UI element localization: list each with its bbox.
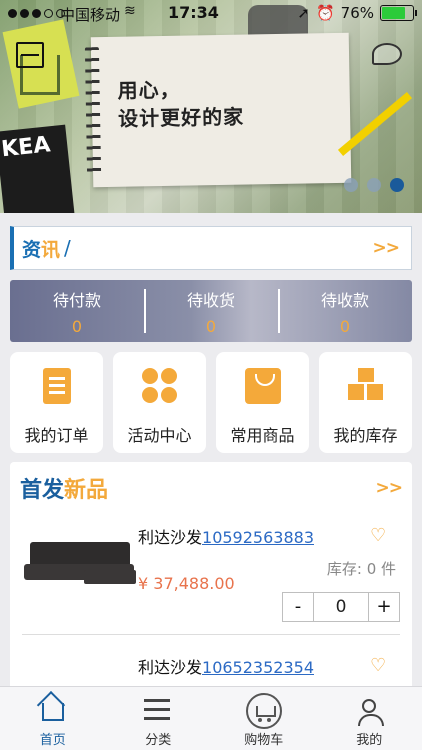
new-products-title: 首发新品	[20, 478, 109, 503]
order-pending-receipt[interactable]: 待收货 0	[144, 280, 278, 342]
quantity-input[interactable]: 0	[313, 593, 369, 621]
order-status-count: 0	[339, 316, 351, 336]
tab-profile[interactable]: 我的	[317, 687, 422, 750]
user-icon	[355, 697, 385, 726]
banner-notebook: 用心， 设计更好的家	[84, 32, 352, 188]
tab-category[interactable]: 分类	[106, 687, 212, 750]
product-code-link[interactable]: 10592563883	[202, 528, 314, 547]
order-status-bar: 待付款 0 待收货 0 待收款 0	[10, 280, 412, 342]
product-code-link[interactable]: 10652352354	[202, 658, 314, 677]
slogan-line-2: 设计更好的家	[117, 104, 245, 131]
order-pending-collection[interactable]: 待收款 0	[278, 280, 412, 342]
home-icon	[39, 697, 67, 723]
tab-label: 我的	[356, 733, 383, 748]
product-name: 利达沙发10592563883	[138, 528, 314, 547]
battery-percent: 76%	[340, 4, 374, 22]
shortcut-my-orders[interactable]: 我的订单	[10, 352, 103, 453]
shortcut-my-stock[interactable]: 我的库存	[319, 352, 412, 453]
carousel-indicator[interactable]	[344, 178, 404, 192]
shortcut-common-goods[interactable]: 常用商品	[216, 352, 309, 453]
notebook-rings	[84, 47, 102, 178]
order-status-count: 0	[71, 316, 83, 336]
new-products-more-link[interactable]: >>	[376, 478, 403, 498]
favorite-heart-icon[interactable]: ♡	[370, 527, 388, 545]
product-stock: 库存: 0 件	[326, 560, 396, 578]
tab-cart[interactable]: 购物车	[211, 687, 317, 750]
banner-slogan: 用心， 设计更好的家	[117, 75, 244, 133]
shortcut-activity-center[interactable]: 活动中心	[113, 352, 206, 453]
signal-icon	[8, 9, 65, 18]
tab-label: 首页	[39, 733, 66, 748]
location-icon: ➚	[297, 4, 310, 22]
shortcut-label: 我的库存	[333, 426, 398, 445]
order-status-count: 0	[205, 316, 217, 336]
order-status-label: 待收款	[320, 290, 369, 310]
favorite-heart-icon[interactable]: ♡	[370, 657, 388, 675]
tab-label: 购物车	[244, 733, 284, 748]
quantity-stepper[interactable]: - 0 +	[282, 592, 400, 622]
wifi-icon: ≋	[124, 3, 136, 19]
divider	[22, 634, 400, 635]
order-status-label: 待收货	[186, 290, 235, 310]
decrement-button[interactable]: -	[283, 593, 313, 621]
news-label: 资讯	[22, 238, 61, 261]
activity-icon	[141, 368, 178, 404]
product-price: ¥ 37,488.00	[138, 574, 235, 593]
order-pending-payment[interactable]: 待付款 0	[10, 280, 144, 342]
product-name: 利达沙发10652352354	[138, 658, 314, 677]
shortcut-label: 我的订单	[24, 426, 89, 445]
banner-carousel[interactable]: KEA 用心， 设计更好的家	[0, 0, 422, 213]
carousel-dot-active[interactable]	[390, 178, 404, 192]
cart-icon	[245, 693, 282, 729]
increment-button[interactable]: +	[369, 593, 399, 621]
message-icon[interactable]	[372, 43, 402, 65]
order-status-label: 待付款	[52, 290, 101, 310]
status-right: ➚ ⏰ 76%	[297, 4, 417, 22]
banner-catalog-book: KEA	[0, 124, 75, 213]
orders-icon	[42, 368, 71, 404]
shortcut-label: 常用商品	[230, 426, 295, 445]
news-bar[interactable]: 资讯 / >>	[10, 226, 412, 270]
slogan-line-1: 用心，	[117, 77, 181, 103]
new-products-section: 首发新品 >> 利达沙发10592563883 ♡ ¥ 37,488.00 库存…	[10, 462, 412, 692]
status-time: 17:34	[168, 3, 219, 22]
news-more-link[interactable]: >>	[373, 238, 400, 258]
carousel-dot[interactable]	[344, 178, 358, 192]
list-icon	[144, 697, 172, 723]
carousel-dot[interactable]	[367, 178, 381, 192]
status-bar: 中国移动 ≋ 17:34 ➚ ⏰ 76%	[0, 0, 422, 28]
tab-label: 分类	[145, 733, 172, 748]
product-card[interactable]: 利达沙发10592563883 ♡ ¥ 37,488.00 库存: 0 件 - …	[10, 512, 412, 635]
bottom-tab-bar: 首页 分类 购物车 我的	[0, 686, 422, 750]
carrier-name: 中国移动	[60, 6, 121, 24]
sofa-image[interactable]	[24, 542, 136, 584]
boxes-icon	[347, 368, 384, 404]
shopping-bag-icon	[244, 368, 281, 404]
alarm-icon: ⏰	[315, 4, 335, 22]
news-slash: /	[64, 236, 71, 260]
tab-home[interactable]: 首页	[0, 687, 106, 750]
shortcut-label: 活动中心	[127, 426, 192, 445]
battery-icon	[380, 5, 417, 21]
scan-icon[interactable]	[16, 42, 44, 68]
